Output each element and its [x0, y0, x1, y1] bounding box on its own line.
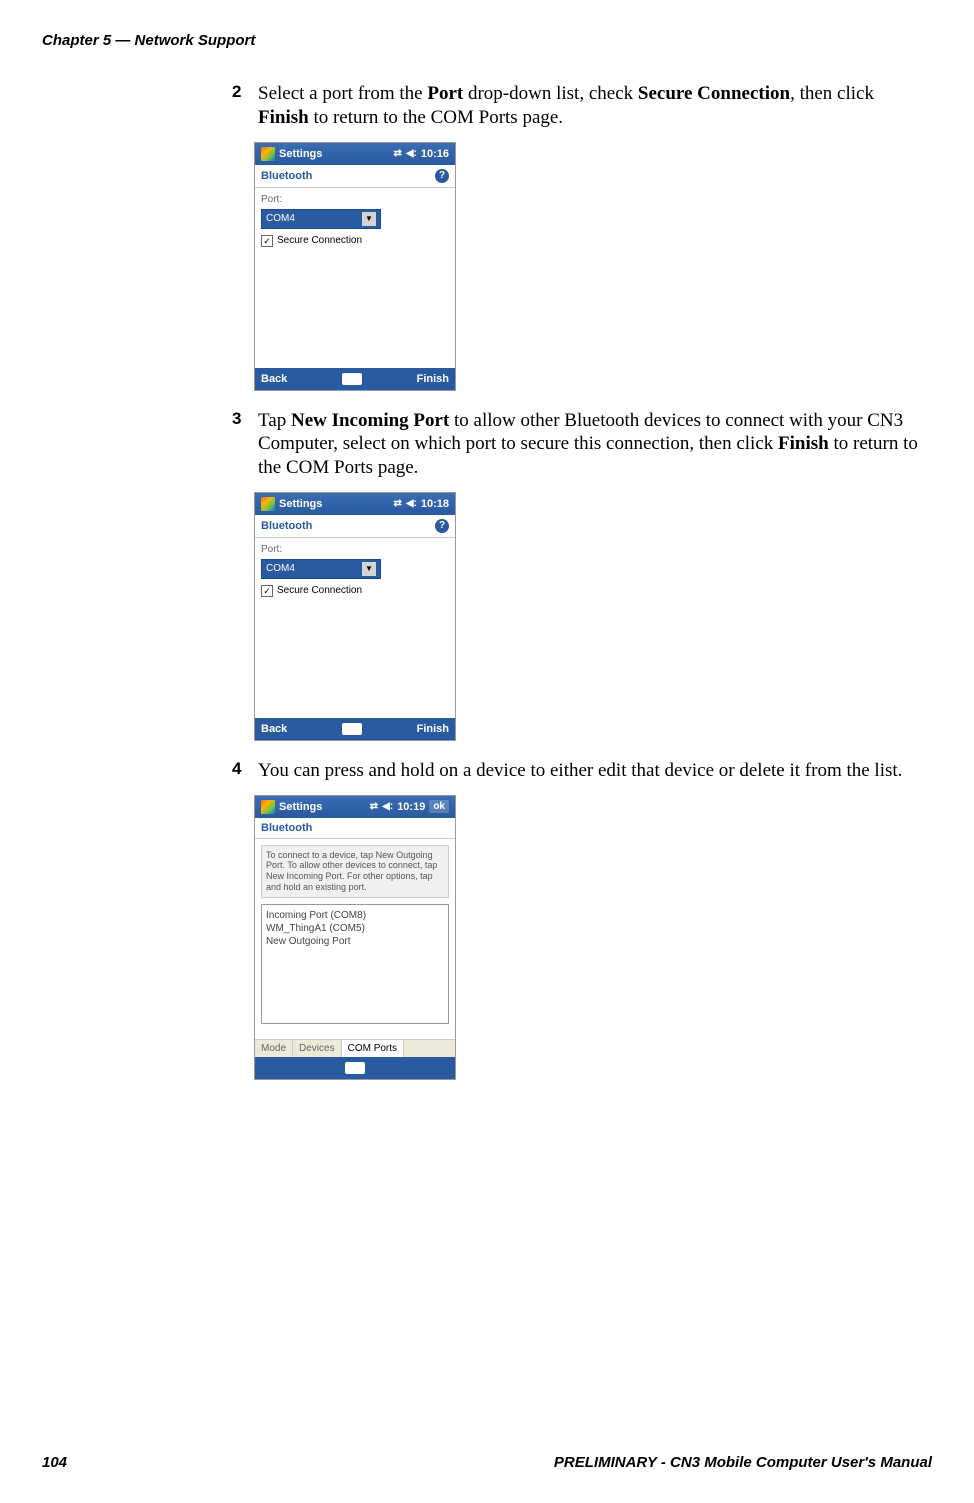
sound-icon: ◀:	[382, 801, 393, 812]
secure-connection-row: ✓ Secure Connection	[261, 585, 449, 597]
tab-com-ports[interactable]: COM Ports	[342, 1040, 404, 1057]
footer-title: PRELIMINARY - CN3 Mobile Computer User's…	[554, 1454, 932, 1471]
info-text: To connect to a device, tap New Outgoing…	[261, 845, 449, 898]
step-text: You can press and hold on a device to ei…	[258, 759, 928, 783]
port-label: Port:	[261, 194, 449, 205]
title-left: Settings	[261, 800, 322, 814]
bold-term: Port	[427, 83, 463, 104]
bluetooth-header: Bluetooth ?	[255, 165, 455, 188]
dropdown-value: COM4	[266, 563, 295, 574]
step-text: Select a port from the Port drop-down li…	[258, 82, 928, 130]
finish-button[interactable]: Finish	[417, 723, 449, 735]
bottom-bar: Back Finish	[255, 718, 455, 740]
secure-connection-row: ✓ Secure Connection	[261, 235, 449, 247]
secure-connection-checkbox[interactable]: ✓	[261, 585, 273, 597]
screenshot-3: Settings ⇄ ◀: 10:19 ok Bluetooth To conn…	[254, 795, 456, 1080]
text: drop-down list, check	[463, 83, 638, 104]
bold-term: Finish	[778, 433, 829, 454]
window-title: Settings	[279, 498, 322, 510]
step-2: 2 Select a port from the Port drop-down …	[232, 82, 934, 130]
port-dropdown[interactable]: COM4 ▼	[261, 209, 381, 229]
text: Tap	[258, 410, 291, 431]
dropdown-value: COM4	[266, 213, 295, 224]
port-dropdown[interactable]: COM4 ▼	[261, 559, 381, 579]
list-item[interactable]: New Outgoing Port	[266, 935, 444, 948]
sound-icon: ◀:	[406, 148, 417, 159]
step-number: 3	[232, 409, 254, 429]
title-left: Settings	[261, 497, 322, 511]
clock: 10:19	[397, 801, 425, 813]
checkbox-label: Secure Connection	[277, 585, 362, 596]
step-number: 4	[232, 759, 254, 779]
bold-term: New Incoming Port	[291, 410, 449, 431]
start-icon[interactable]	[261, 800, 275, 814]
text: You can press and hold on a device to ei…	[258, 760, 902, 781]
window-title: Settings	[279, 801, 322, 813]
title-right: ⇄ ◀: 10:18	[393, 498, 449, 510]
sync-icon: ⇄	[370, 801, 378, 812]
content-area: 2 Select a port from the Port drop-down …	[232, 82, 934, 1098]
finish-button[interactable]: Finish	[417, 373, 449, 385]
text: Select a port from the	[258, 83, 427, 104]
tab-bar: Mode Devices COM Ports	[255, 1039, 455, 1057]
chapter-header: Chapter 5 — Network Support	[42, 32, 255, 49]
port-label: Port:	[261, 544, 449, 555]
screen-body: Port: COM4 ▼ ✓ Secure Connection	[255, 188, 455, 368]
step-3: 3 Tap New Incoming Port to allow other B…	[232, 409, 934, 480]
step-text: Tap New Incoming Port to allow other Blu…	[258, 409, 928, 480]
header-text: Bluetooth	[261, 822, 312, 834]
tab-mode[interactable]: Mode	[255, 1040, 293, 1057]
sync-icon: ⇄	[393, 498, 401, 509]
header-text: Bluetooth	[261, 520, 312, 532]
text: , then click	[790, 83, 874, 104]
keyboard-icon[interactable]	[342, 373, 362, 385]
sync-icon: ⇄	[393, 148, 401, 159]
page-footer: 104 PRELIMINARY - CN3 Mobile Computer Us…	[42, 1454, 932, 1471]
clock: 10:16	[421, 148, 449, 160]
help-icon[interactable]: ?	[435, 169, 449, 183]
bluetooth-header: Bluetooth ?	[255, 515, 455, 538]
title-right: ⇄ ◀: 10:16	[393, 148, 449, 160]
clock: 10:18	[421, 498, 449, 510]
step-4: 4 You can press and hold on a device to …	[232, 759, 934, 783]
title-bar: Settings ⇄ ◀: 10:19 ok	[255, 796, 455, 818]
bold-term: Secure Connection	[638, 83, 790, 104]
screenshot-2: Settings ⇄ ◀: 10:18 Bluetooth ? Port: CO…	[254, 492, 456, 741]
start-icon[interactable]	[261, 147, 275, 161]
back-button[interactable]: Back	[261, 723, 287, 735]
window-title: Settings	[279, 148, 322, 160]
header-text: Bluetooth	[261, 170, 312, 182]
help-icon[interactable]: ?	[435, 519, 449, 533]
secure-connection-checkbox[interactable]: ✓	[261, 235, 273, 247]
step-number: 2	[232, 82, 254, 102]
page-number: 104	[42, 1454, 67, 1471]
chevron-down-icon[interactable]: ▼	[362, 562, 376, 576]
bluetooth-header: Bluetooth	[255, 818, 455, 839]
title-bar: Settings ⇄ ◀: 10:18	[255, 493, 455, 515]
title-bar: Settings ⇄ ◀: 10:16	[255, 143, 455, 165]
start-icon[interactable]	[261, 497, 275, 511]
back-button[interactable]: Back	[261, 373, 287, 385]
screen-body: To connect to a device, tap New Outgoing…	[255, 839, 455, 1039]
keyboard-icon[interactable]	[345, 1062, 365, 1074]
screenshot-1: Settings ⇄ ◀: 10:16 Bluetooth ? Port: CO…	[254, 142, 456, 391]
list-item[interactable]: Incoming Port (COM8)	[266, 909, 444, 922]
bottom-bar: Back Finish	[255, 368, 455, 390]
port-list: Incoming Port (COM8) WM_ThingA1 (COM5) N…	[261, 904, 449, 1024]
ok-button[interactable]: ok	[429, 800, 449, 813]
title-left: Settings	[261, 147, 322, 161]
screen-body: Port: COM4 ▼ ✓ Secure Connection	[255, 538, 455, 718]
title-right: ⇄ ◀: 10:19 ok	[370, 800, 449, 813]
list-item[interactable]: WM_ThingA1 (COM5)	[266, 922, 444, 935]
tab-devices[interactable]: Devices	[293, 1040, 342, 1057]
text: to return to the COM Ports page.	[309, 107, 563, 128]
bottom-bar	[255, 1057, 455, 1079]
chevron-down-icon[interactable]: ▼	[362, 212, 376, 226]
bold-term: Finish	[258, 107, 309, 128]
checkbox-label: Secure Connection	[277, 235, 362, 246]
sound-icon: ◀:	[406, 498, 417, 509]
keyboard-icon[interactable]	[342, 723, 362, 735]
